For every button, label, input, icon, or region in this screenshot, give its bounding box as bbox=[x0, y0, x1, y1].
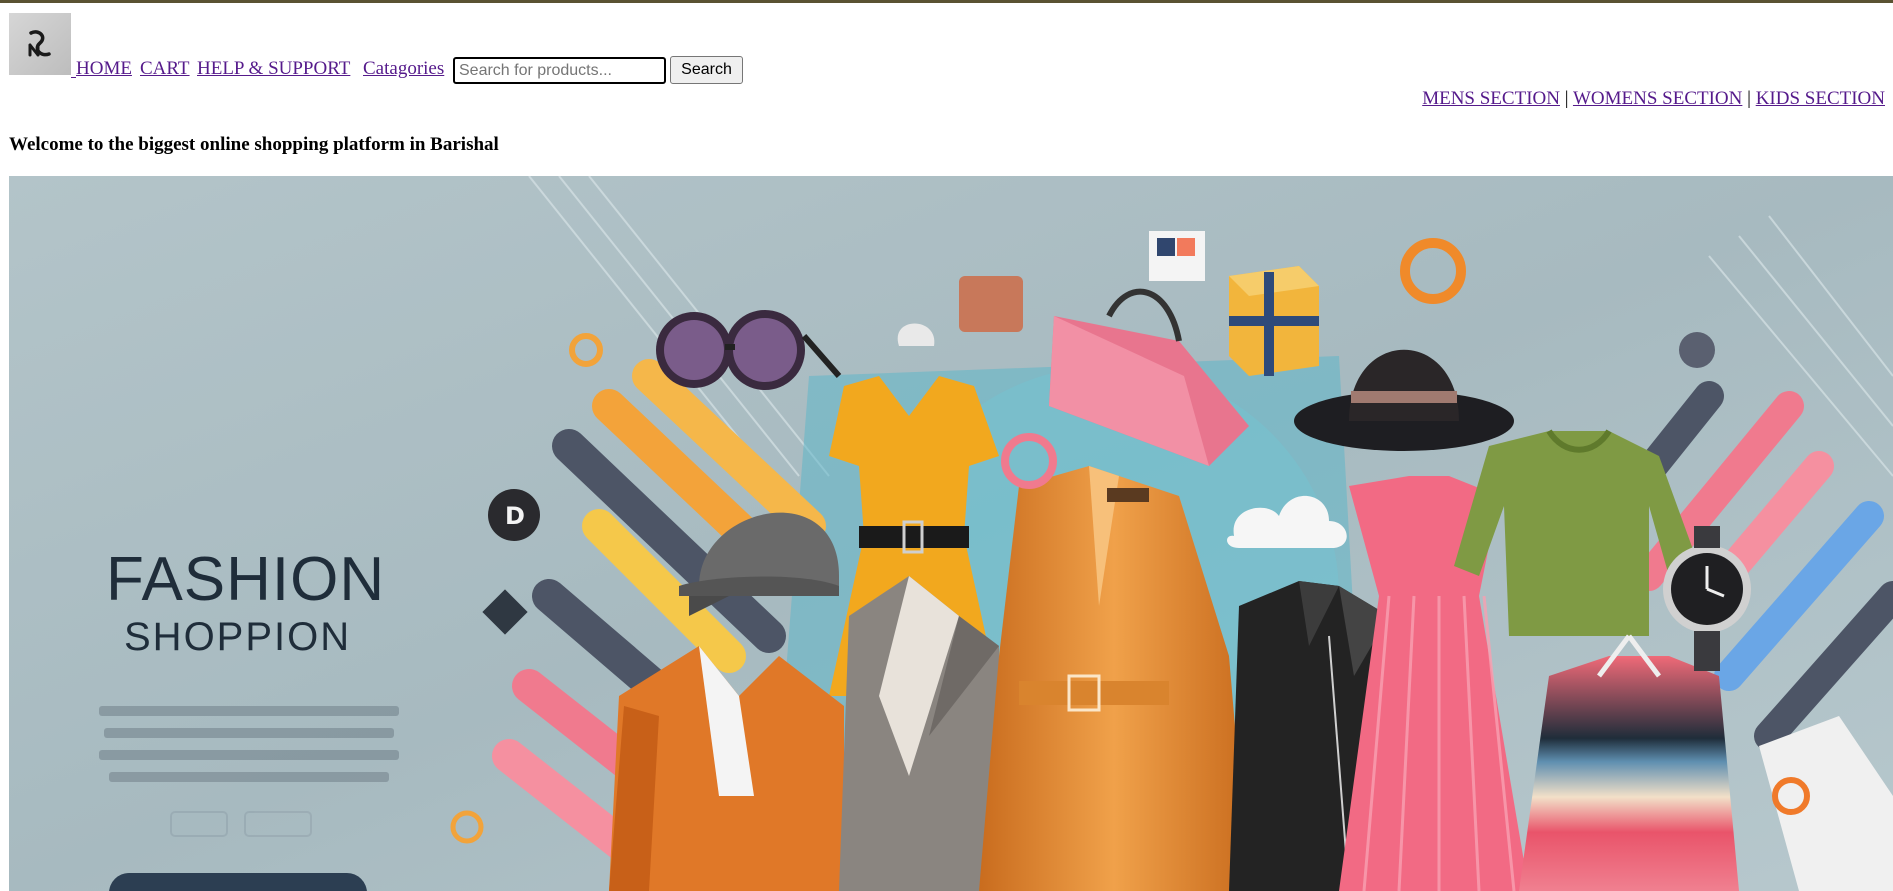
section-separator: | bbox=[1747, 88, 1751, 109]
logo-link[interactable] bbox=[9, 13, 71, 75]
svg-text:D: D bbox=[505, 502, 525, 530]
nav-help-support-link[interactable]: HELP & SUPPORT bbox=[197, 57, 350, 81]
nav-home-link[interactable]: HOME bbox=[76, 57, 132, 81]
top-border bbox=[0, 0, 1893, 3]
mens-section-link[interactable]: MENS SECTION bbox=[1422, 88, 1560, 109]
search-button[interactable]: Search bbox=[670, 56, 743, 84]
store-logo-icon bbox=[28, 30, 51, 57]
search-input[interactable] bbox=[453, 57, 666, 84]
banner-title: FASHION bbox=[106, 545, 385, 614]
womens-section-link[interactable]: WOMENS SECTION bbox=[1573, 88, 1742, 109]
section-links: MENS SECTION | WOMENS SECTION | KIDS SEC… bbox=[1422, 87, 1885, 111]
welcome-heading: Welcome to the biggest online shopping p… bbox=[9, 134, 499, 155]
hero-banner-image: D FASHION SHOPPION bbox=[9, 176, 1893, 891]
nav-cart-link[interactable]: CART bbox=[140, 57, 190, 81]
banner-subtitle: SHOPPION bbox=[124, 615, 351, 659]
section-separator: | bbox=[1564, 88, 1569, 109]
kids-section-link[interactable]: KIDS SECTION bbox=[1756, 88, 1885, 109]
nav-categories-link[interactable]: Catagories bbox=[363, 57, 444, 81]
